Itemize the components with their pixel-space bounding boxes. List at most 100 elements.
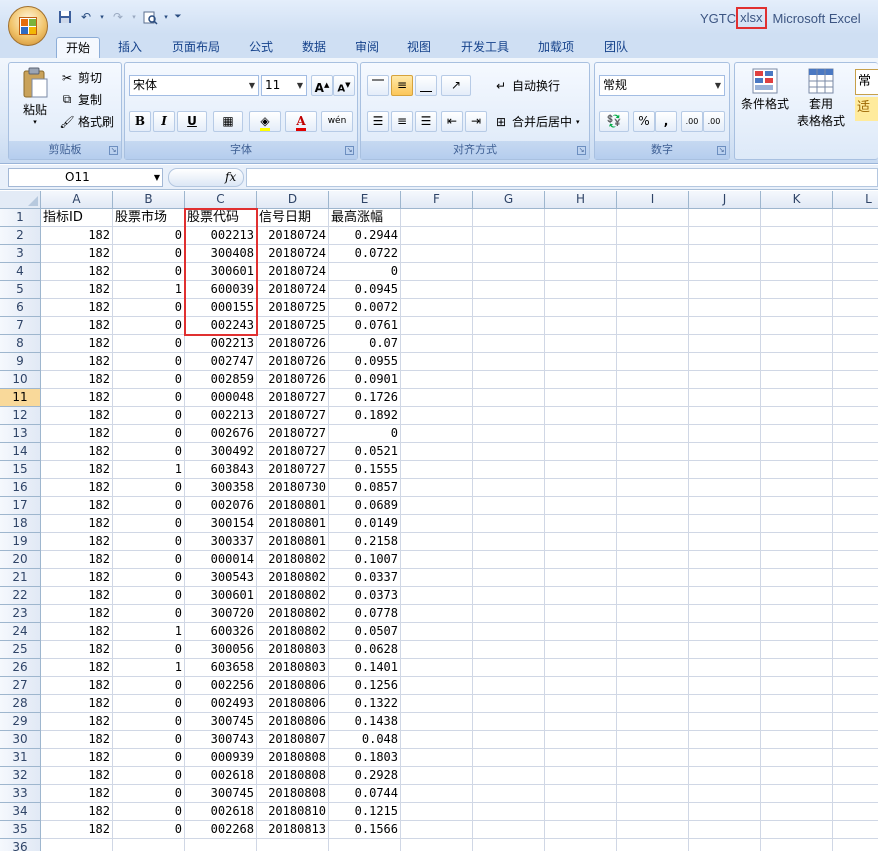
table-cell[interactable]: [689, 677, 761, 695]
table-cell[interactable]: 20180724: [257, 263, 329, 281]
row-header[interactable]: 2: [0, 227, 41, 245]
table-cell[interactable]: 20180802: [257, 551, 329, 569]
table-cell[interactable]: 182: [41, 713, 113, 731]
table-cell[interactable]: [401, 461, 473, 479]
table-cell[interactable]: 20180730: [257, 479, 329, 497]
table-cell[interactable]: [401, 209, 473, 227]
table-cell[interactable]: [761, 335, 833, 353]
table-cell[interactable]: [689, 767, 761, 785]
table-cell[interactable]: [761, 407, 833, 425]
table-cell[interactable]: [761, 713, 833, 731]
format-as-table-button[interactable]: 套用 表格格式: [793, 67, 849, 137]
table-cell[interactable]: [617, 551, 689, 569]
table-cell[interactable]: 182: [41, 389, 113, 407]
table-cell[interactable]: 182: [41, 263, 113, 281]
row-header[interactable]: 31: [0, 749, 41, 767]
table-cell[interactable]: 002618: [185, 803, 257, 821]
table-cell[interactable]: [545, 371, 617, 389]
table-cell[interactable]: [545, 767, 617, 785]
table-cell[interactable]: 1: [113, 461, 185, 479]
table-cell[interactable]: 0: [113, 785, 185, 803]
table-cell[interactable]: [689, 299, 761, 317]
table-cell[interactable]: [617, 533, 689, 551]
table-cell[interactable]: 20180806: [257, 677, 329, 695]
table-cell[interactable]: [401, 335, 473, 353]
table-cell[interactable]: [617, 623, 689, 641]
borders-button[interactable]: ▦: [213, 111, 243, 132]
redo-icon[interactable]: ↷: [109, 8, 127, 26]
table-cell[interactable]: 0.1215: [329, 803, 401, 821]
table-cell[interactable]: 0.0628: [329, 641, 401, 659]
table-cell[interactable]: [545, 263, 617, 281]
row-header[interactable]: 12: [0, 407, 41, 425]
table-cell[interactable]: [689, 209, 761, 227]
table-cell[interactable]: [833, 497, 878, 515]
row-header[interactable]: 23: [0, 605, 41, 623]
column-header-a[interactable]: A: [41, 191, 113, 209]
row-header[interactable]: 6: [0, 299, 41, 317]
table-cell[interactable]: 20180802: [257, 569, 329, 587]
table-cell[interactable]: 300056: [185, 641, 257, 659]
table-cell[interactable]: [689, 371, 761, 389]
table-cell[interactable]: [833, 533, 878, 551]
table-cell[interactable]: 0.0507: [329, 623, 401, 641]
table-cell[interactable]: [689, 533, 761, 551]
table-cell[interactable]: [761, 605, 833, 623]
print-preview-dropdown-icon[interactable]: ▾: [162, 8, 170, 26]
table-cell[interactable]: [833, 245, 878, 263]
table-cell[interactable]: 0.0072: [329, 299, 401, 317]
table-cell[interactable]: 0: [113, 515, 185, 533]
table-cell[interactable]: 0.048: [329, 731, 401, 749]
row-header[interactable]: 30: [0, 731, 41, 749]
table-cell[interactable]: [833, 371, 878, 389]
table-cell[interactable]: [401, 389, 473, 407]
table-cell[interactable]: 20180725: [257, 317, 329, 335]
table-cell[interactable]: [617, 299, 689, 317]
table-cell[interactable]: [401, 695, 473, 713]
currency-button[interactable]: 💱: [599, 111, 629, 132]
table-cell[interactable]: [617, 335, 689, 353]
table-cell[interactable]: 0: [113, 227, 185, 245]
tab-view[interactable]: 视图: [398, 37, 440, 58]
table-cell[interactable]: [473, 209, 545, 227]
table-cell[interactable]: 20180727: [257, 443, 329, 461]
row-header[interactable]: 29: [0, 713, 41, 731]
table-cell[interactable]: 182: [41, 749, 113, 767]
row-header[interactable]: 24: [0, 623, 41, 641]
table-cell[interactable]: 182: [41, 443, 113, 461]
table-cell[interactable]: 002618: [185, 767, 257, 785]
table-cell[interactable]: [545, 389, 617, 407]
table-cell[interactable]: [689, 227, 761, 245]
table-cell[interactable]: 20180813: [257, 821, 329, 839]
percent-button[interactable]: %: [633, 111, 655, 132]
table-cell[interactable]: [401, 407, 473, 425]
table-cell[interactable]: [761, 785, 833, 803]
row-header[interactable]: 15: [0, 461, 41, 479]
cut-button[interactable]: ✂ 剪切: [59, 69, 102, 86]
clipboard-launcher-icon[interactable]: ↘: [109, 146, 118, 155]
table-cell[interactable]: 0.1892: [329, 407, 401, 425]
table-cell[interactable]: [833, 353, 878, 371]
copy-button[interactable]: ⧉ 复制: [59, 91, 102, 108]
table-cell[interactable]: 182: [41, 533, 113, 551]
table-cell[interactable]: [689, 263, 761, 281]
row-header[interactable]: 36: [0, 839, 41, 851]
table-cell[interactable]: 0: [113, 299, 185, 317]
table-cell[interactable]: 600039: [185, 281, 257, 299]
table-cell[interactable]: 20180724: [257, 245, 329, 263]
table-cell[interactable]: [761, 281, 833, 299]
row-header[interactable]: 16: [0, 479, 41, 497]
table-cell[interactable]: [545, 623, 617, 641]
table-cell[interactable]: [473, 353, 545, 371]
tab-review[interactable]: 审阅: [346, 37, 388, 58]
table-cell[interactable]: 182: [41, 299, 113, 317]
table-cell[interactable]: [473, 749, 545, 767]
table-cell[interactable]: 0: [113, 443, 185, 461]
column-header-g[interactable]: G: [473, 191, 545, 209]
table-cell[interactable]: 300601: [185, 263, 257, 281]
table-cell[interactable]: [761, 641, 833, 659]
table-cell[interactable]: [761, 497, 833, 515]
table-cell[interactable]: [545, 641, 617, 659]
table-cell[interactable]: 002213: [185, 335, 257, 353]
table-cell[interactable]: [689, 317, 761, 335]
